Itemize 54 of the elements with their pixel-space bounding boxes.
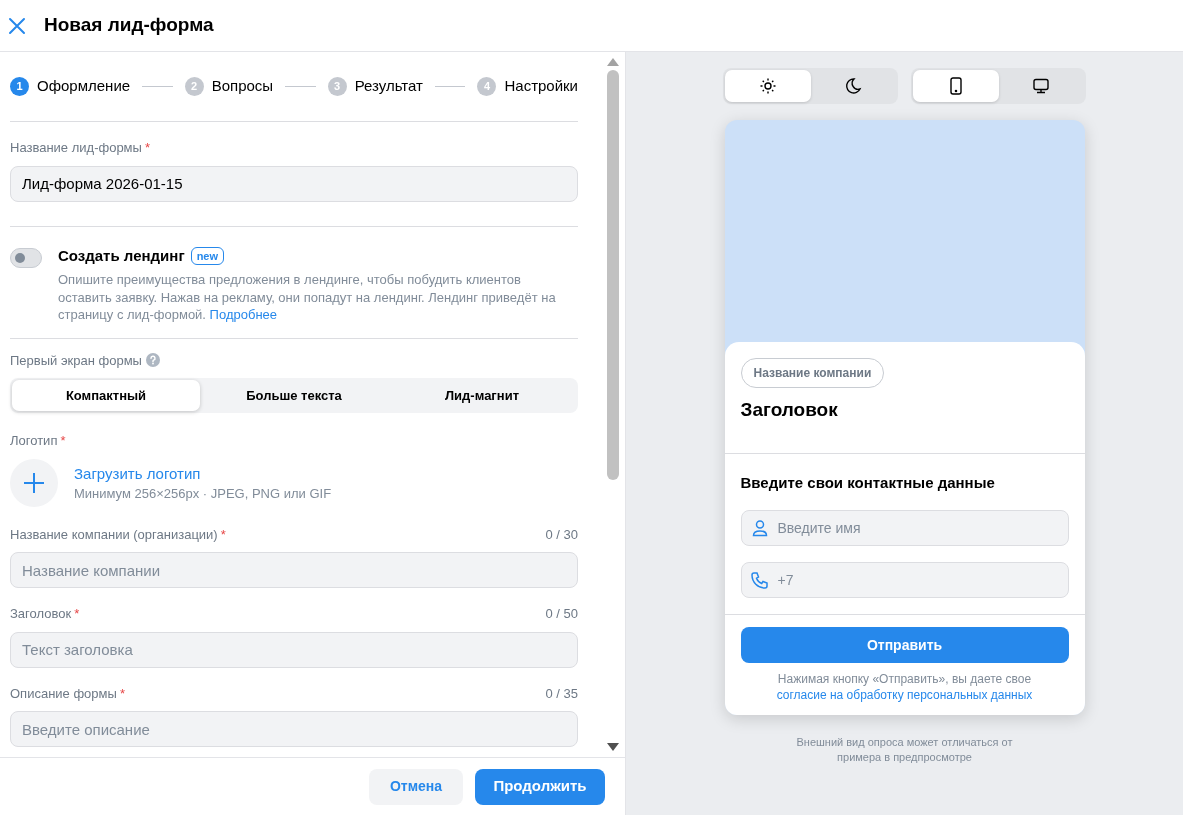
landing-toggle[interactable]: [10, 247, 42, 268]
field-label: Название лид-формы *: [10, 139, 150, 157]
text-field[interactable]: Введите описание: [10, 711, 578, 748]
submit-button[interactable]: Отправить: [740, 627, 1069, 663]
consent-link[interactable]: согласие на обработку персональных данных: [776, 687, 1033, 704]
landing-title: Создать лендинг: [58, 245, 185, 266]
character-counter: 0 / 50: [545, 605, 578, 624]
toggle-button[interactable]: [725, 70, 811, 102]
sun-icon: [758, 77, 777, 95]
field-label: Название компании (организации) *: [10, 525, 226, 544]
user-icon: [750, 519, 769, 537]
landing-description: Опишите преимущества предложения в лендинге, чтобы побудить клиентов оставить заявку. Нажав на рекламу, они попадут на лендинг. Лендинг приведёт на страницу с лид-формой. Подробнее: [58, 271, 557, 324]
text-field[interactable]: Название компании: [10, 552, 578, 589]
preview-input-field[interactable]: +7: [740, 562, 1069, 598]
close-icon[interactable]: [8, 16, 26, 35]
segment-tab[interactable]: Больше текста: [200, 380, 388, 412]
more-link[interactable]: Подробнее: [209, 307, 278, 323]
field-label: Первый экран формы: [10, 351, 142, 370]
segment-tab[interactable]: Лид-магнит: [388, 380, 576, 412]
cancel-button[interactable]: Отмена: [369, 768, 463, 805]
field-label: Логотип *: [10, 432, 66, 451]
preview-heading: Заголовок: [740, 398, 839, 422]
field-label: Описание формы *: [10, 684, 125, 703]
scroll-up-icon[interactable]: [607, 58, 619, 66]
continue-button[interactable]: Продолжить: [475, 768, 605, 805]
character-counter: 0 / 30: [545, 525, 578, 544]
preview-note: Внешний вид опроса может отличаться от примера в предпросмотре: [795, 735, 1014, 764]
upload-logo-link[interactable]: Загрузить логотип: [74, 462, 332, 486]
phone-icon: [948, 77, 963, 95]
new-badge: new: [190, 246, 225, 265]
segment-tab[interactable]: Компактный: [12, 380, 200, 412]
upload-hint: Минимум 256×256px · JPEG, PNG или GIF: [74, 485, 332, 503]
handset-icon: [750, 571, 769, 589]
form-name-field[interactable]: Лид-форма 2026-01-15: [10, 165, 578, 202]
preview-input-field[interactable]: Введите имя: [740, 510, 1069, 546]
consent-text: Нажимая кнопку «Отправить», вы даете свое: [776, 671, 1033, 688]
page-title: Новая лид-форма: [44, 13, 214, 38]
text-field[interactable]: Текст заголовка: [10, 631, 578, 668]
step-label[interactable]: Настройки: [504, 75, 578, 98]
moon-icon: [844, 77, 863, 95]
toggle-button[interactable]: [913, 70, 999, 102]
step-label[interactable]: Оформление: [37, 75, 131, 98]
upload-plus-button[interactable]: [10, 458, 58, 507]
scrollbar-thumb[interactable]: [607, 70, 619, 480]
monitor-icon: [1032, 77, 1051, 95]
scroll-down-icon[interactable]: [607, 743, 619, 751]
contact-title: Введите свои контактные данные: [740, 472, 996, 493]
character-counter: 0 / 35: [545, 684, 578, 703]
step-number[interactable]: 1: [10, 77, 29, 96]
field-label: Заголовок *: [10, 605, 80, 624]
help-icon[interactable]: [145, 353, 160, 368]
step-label[interactable]: Результат: [354, 75, 423, 98]
plus-icon: [23, 471, 45, 494]
step-label[interactable]: Вопросы: [211, 75, 274, 98]
